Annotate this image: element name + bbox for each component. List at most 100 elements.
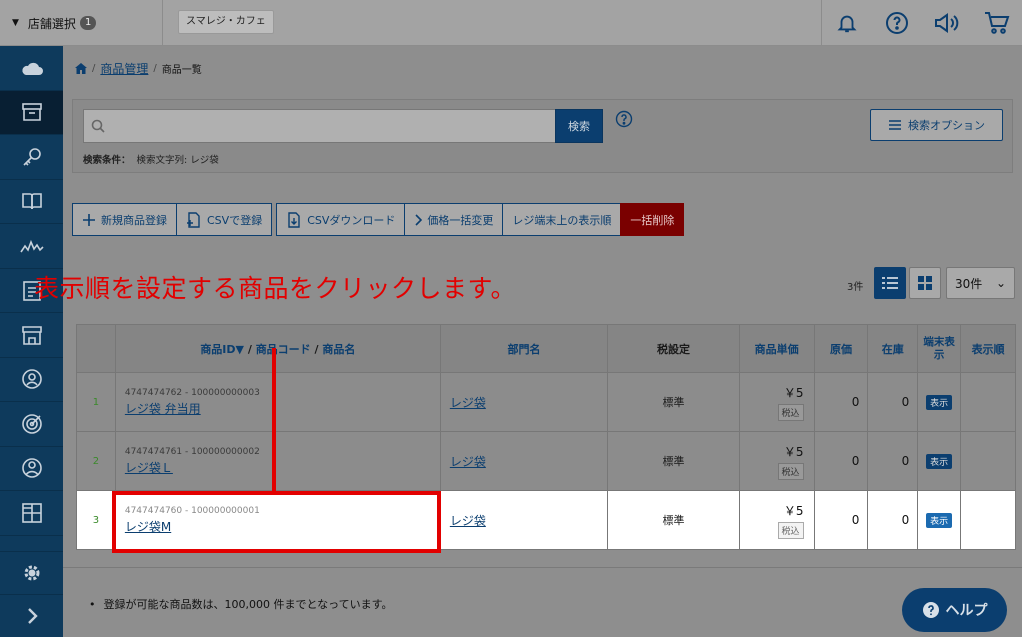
sidebar-expand[interactable] — [0, 594, 63, 637]
sidebar-item-analytics[interactable] — [0, 224, 63, 269]
bulk-delete-button[interactable]: 一括削除 — [620, 203, 685, 236]
col-tax: 税設定 — [607, 324, 740, 373]
store-select[interactable]: ▼ 店舗選択 1 — [0, 0, 163, 46]
dept-link[interactable]: レジ袋 — [450, 396, 486, 410]
dept-link[interactable]: レジ袋 — [450, 514, 486, 528]
dept-link[interactable]: レジ袋 — [450, 455, 486, 469]
sidebar-item-target[interactable] — [0, 402, 63, 447]
table-row[interactable]: 2 4747474761 - 100000000002 レジ袋Ｌ レジ袋 標準 … — [76, 431, 1016, 491]
price-bulk-button[interactable]: 価格一括変更 — [404, 203, 504, 236]
header-separator: / — [310, 342, 323, 356]
bell-icon[interactable] — [822, 0, 872, 46]
menu-icon — [889, 120, 901, 130]
display-order-button[interactable]: レジ端末上の表示順 — [502, 203, 622, 236]
cost-cell: 0 — [813, 372, 869, 432]
list-view-button[interactable] — [874, 267, 906, 299]
sidebar-item-user[interactable] — [0, 447, 63, 491]
csv-register-label: CSVで登録 — [207, 213, 263, 227]
col-dept[interactable]: 部門名 — [439, 324, 609, 373]
dept-cell: レジ袋 — [439, 372, 609, 432]
price-cell: ￥5 税込 — [738, 431, 815, 491]
display-order-cell — [960, 490, 1016, 550]
csv-register-button[interactable]: CSVで登録 — [176, 203, 273, 236]
tax-included-tag: 税込 — [777, 462, 804, 480]
display-badge: 表示 — [926, 394, 953, 410]
sidebar-item-grid[interactable] — [0, 491, 63, 536]
table-row[interactable]: 1 4747474762 - 100000000003 レジ袋 弁当用 レジ袋 … — [76, 372, 1016, 432]
tiles-icon — [918, 276, 932, 290]
sort-product-name[interactable]: 商品名 — [322, 343, 355, 356]
home-icon[interactable] — [75, 63, 87, 74]
product-name-link[interactable]: レジ袋Ｌ — [125, 461, 173, 475]
sidebar-item-person[interactable] — [0, 358, 63, 402]
cost-cell: 0 — [813, 490, 869, 550]
help-circle-icon[interactable] — [872, 0, 922, 46]
main-content: / 商品管理 / 商品一覧 検索 検索オプション 検索条件： 検索文字列: レジ袋… — [34, 46, 1022, 637]
sidebar-item-products[interactable] — [0, 90, 63, 135]
tax-included-tag: 税込 — [777, 521, 804, 539]
top-icons — [821, 0, 1022, 46]
search-options-button[interactable]: 検索オプション — [870, 109, 1003, 141]
sidebar-item-store[interactable] — [0, 313, 63, 358]
person-circle-icon — [21, 369, 42, 390]
store-icon — [21, 325, 42, 345]
col-id-code-name[interactable]: 商品ID▼ / 商品コード / 商品名 — [114, 324, 441, 373]
search-button[interactable]: 検索 — [555, 109, 603, 143]
col-terminal-display[interactable]: 端末表示 — [917, 324, 962, 373]
col-price[interactable]: 商品単価 — [738, 324, 815, 373]
search-condition-value: 検索文字列: レジ袋 — [136, 155, 219, 166]
grid-view-button[interactable] — [909, 267, 941, 299]
tax-cell: 標準 — [607, 431, 740, 491]
price-cell: ￥5 税込 — [738, 490, 815, 550]
breadcrumb: / 商品管理 / 商品一覧 — [75, 60, 202, 77]
store-chip[interactable]: スマレジ・カフェ — [178, 10, 274, 34]
csv-download-label: CSVダウンロード — [307, 213, 396, 227]
price-bulk-label: 価格一括変更 — [427, 213, 494, 227]
breadcrumb-product-management[interactable]: 商品管理 — [100, 60, 148, 77]
cart-icon[interactable] — [972, 0, 1022, 46]
help-question-icon[interactable] — [615, 110, 633, 128]
result-count: 3件 — [847, 282, 864, 293]
col-index — [76, 324, 116, 373]
dept-cell: レジ袋 — [439, 490, 609, 550]
tax-included-tag: 税込 — [777, 403, 804, 421]
per-page-select[interactable]: 30件 ⌄ — [946, 267, 1015, 299]
help-circle-icon — [922, 602, 939, 618]
row-index: 3 — [76, 490, 116, 550]
key-icon — [22, 147, 41, 166]
cloud-icon — [21, 62, 43, 75]
chevron-right-icon — [415, 213, 423, 226]
product-name-link[interactable]: レジ袋 弁当用 — [125, 402, 201, 416]
toolbar-group-actions: CSVダウンロード 価格一括変更 レジ端末上の表示順 一括削除 — [276, 203, 685, 236]
sidebar-item-cloud[interactable] — [0, 46, 63, 91]
search-condition: 検索条件： 検索文字列: レジ袋 — [83, 152, 219, 166]
new-product-button[interactable]: 新規商品登録 — [72, 203, 177, 236]
sidebar — [0, 46, 63, 637]
col-cost[interactable]: 原価 — [813, 324, 869, 373]
sidebar-item-key[interactable] — [0, 135, 63, 180]
sidebar-item-settings[interactable] — [0, 551, 63, 594]
price-value: ￥5 — [783, 444, 804, 459]
search-input[interactable] — [83, 109, 556, 143]
new-product-label: 新規商品登録 — [101, 213, 167, 227]
file-add-icon — [187, 211, 200, 228]
tax-cell: 標準 — [607, 372, 740, 432]
annotation-pointer-line — [272, 348, 276, 492]
csv-download-button[interactable]: CSVダウンロード — [276, 203, 406, 236]
help-button[interactable]: ヘルプ — [902, 588, 1007, 632]
table-header-row: 商品ID▼ / 商品コード / 商品名 部門名 税設定 商品単価 原価 在庫 端… — [76, 324, 1016, 373]
search-panel: 検索 検索オプション 検索条件： 検索文字列: レジ袋 — [72, 99, 1013, 173]
user-circle-icon — [21, 458, 42, 479]
per-page-value: 30件 — [955, 276, 983, 291]
sort-product-id[interactable]: 商品ID▼ — [200, 343, 244, 356]
sort-product-code[interactable]: 商品コード — [256, 343, 311, 356]
col-display-order[interactable]: 表示順 — [960, 324, 1016, 373]
megaphone-icon[interactable] — [922, 0, 972, 46]
footer-note: 登録が可能な商品数は、100,000 件までとなっています。 — [89, 596, 393, 612]
col-stock[interactable]: 在庫 — [867, 324, 919, 373]
sidebar-item-book[interactable] — [0, 180, 63, 224]
annotation-highlight-box — [112, 491, 441, 553]
price-value: ￥5 — [783, 385, 804, 400]
search-options-label: 検索オプション — [908, 119, 985, 132]
list-icon — [882, 277, 898, 289]
